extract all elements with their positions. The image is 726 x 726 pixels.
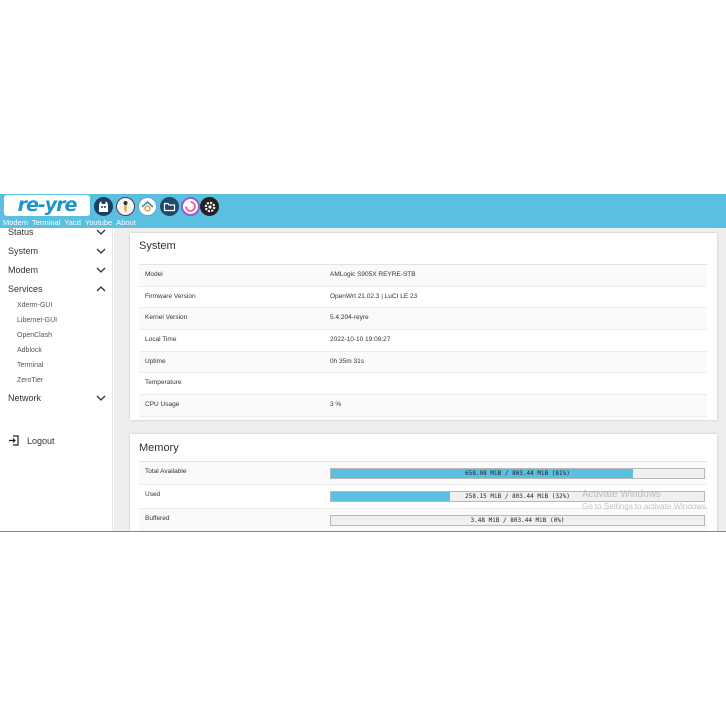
sidebar-subitem-terminal[interactable]: Terminal: [17, 361, 43, 370]
row-label: Total Available: [145, 468, 187, 475]
memory-card-title: Memory: [139, 442, 179, 454]
sidebar-subitem-libernet-gui[interactable]: Libernet-GUI: [17, 316, 57, 325]
sidebar-item-label: Network: [8, 393, 42, 403]
sidebar-item-modem[interactable]: Modem: [8, 263, 106, 277]
logout-label: Logout: [27, 435, 55, 446]
table-row: Kernel Version 5.4.204-reyre: [139, 308, 707, 331]
watermark-line1: Activate Windows: [582, 489, 661, 500]
progress-text: 658.08 MiB / 803.44 MiB (81%): [465, 470, 570, 477]
row-label: Buffered: [145, 514, 170, 522]
logout-button[interactable]: Logout: [8, 435, 55, 446]
row-label: Used: [145, 491, 161, 499]
row-label: Local Time: [145, 336, 177, 344]
table-row: Model AMLogic S905X REYRE-STB: [139, 265, 707, 287]
sidebar-subitem-openclash[interactable]: OpenClash: [17, 331, 52, 340]
row-label: Firmware Version: [145, 292, 196, 300]
table-row: Total Available 658.08 MiB / 803.44 MiB …: [139, 462, 707, 486]
sidebar-item-label: Status: [8, 227, 34, 237]
sidebar-item-label: Modem: [8, 265, 39, 275]
memory-progress-bar: 658.08 MiB / 803.44 MiB (81%): [330, 468, 705, 479]
table-row: Local Time 2022-10-10 19:09:27: [139, 330, 707, 352]
system-card: System Model AMLogic S905X REYRE-STB Fir…: [130, 233, 717, 420]
row-label: Uptime: [145, 357, 166, 365]
row-value: 3 %: [330, 401, 342, 409]
sidebar-item-system[interactable]: System: [8, 244, 106, 258]
yacd-icon[interactable]: [116, 197, 135, 216]
chevron-down-icon: [96, 267, 106, 273]
router-admin-screenshot: re-yre Modem Terminal Yacd Youtube About: [0, 194, 726, 532]
chevron-down-icon: [96, 229, 106, 235]
cat-icon[interactable]: [94, 197, 113, 216]
row-label: Temperature: [145, 379, 182, 387]
progress-text: 3.48 MiB / 803.44 MiB (0%): [470, 516, 565, 524]
table-row: Temperature: [139, 373, 707, 396]
memory-progress-bar: 3.48 MiB / 803.44 MiB (0%): [330, 514, 705, 526]
sidebar-subitem-adblock[interactable]: Adblock: [17, 346, 42, 355]
row-value: 5.4.204-reyre: [330, 314, 369, 322]
row-value: OpenWrt 21.02.3 | LuCI LE 23: [330, 292, 418, 300]
sidebar: Status System Modem Services Xderm-GUI L…: [0, 225, 113, 531]
top-header: re-yre Modem Terminal Yacd Youtube About: [0, 194, 726, 228]
sidebar-item-label: Services: [8, 284, 43, 294]
sidebar-subitem-xderm-gui[interactable]: Xderm-GUI: [17, 301, 52, 310]
row-label: CPU Usage: [145, 401, 180, 409]
system-table: Model AMLogic S905X REYRE-STB Firmware V…: [139, 264, 707, 417]
openclash-icon[interactable]: [138, 197, 157, 216]
sidebar-subitem-zerotier[interactable]: ZeroTier: [17, 376, 43, 385]
row-value: 2022-10-10 19:09:27: [330, 336, 391, 344]
watermark-line2: Go to Settings to activate Windows.: [582, 502, 709, 511]
memory-card: Memory Total Available 658.08 MiB / 803.…: [130, 434, 717, 531]
nav-about[interactable]: About: [116, 218, 136, 227]
sidebar-item-network[interactable]: Network: [8, 391, 106, 405]
speedtest-icon[interactable]: [181, 197, 200, 216]
row-value: AMLogic S905X REYRE-STB: [330, 271, 416, 278]
folder-icon[interactable]: [160, 197, 179, 216]
table-row: Uptime 0h 35m 31s: [139, 351, 707, 374]
row-value: 0h 35m 31s: [330, 357, 364, 365]
row-label: Kernel Version: [145, 314, 188, 322]
table-row: Firmware Version OpenWrt 21.02.3 | LuCI …: [139, 287, 707, 309]
settings-gear-icon[interactable]: [200, 197, 219, 216]
activate-windows-watermark: Activate Windows Go to Settings to activ…: [582, 489, 708, 513]
sidebar-item-services[interactable]: Services: [8, 282, 106, 296]
chevron-down-icon: [96, 395, 106, 401]
chevron-up-icon: [96, 286, 106, 292]
system-card-title: System: [139, 240, 176, 252]
logout-icon: [9, 435, 19, 446]
sidebar-item-label: System: [8, 246, 39, 256]
sidebar-item-status[interactable]: Status: [8, 225, 106, 239]
table-row: CPU Usage 3 %: [139, 395, 707, 417]
brand-logo[interactable]: re-yre: [4, 195, 90, 216]
row-label: Model: [145, 271, 163, 278]
logo-text: re-yre: [17, 194, 78, 216]
chevron-down-icon: [96, 248, 106, 254]
main-content: System Model AMLogic S905X REYRE-STB Fir…: [114, 228, 726, 531]
